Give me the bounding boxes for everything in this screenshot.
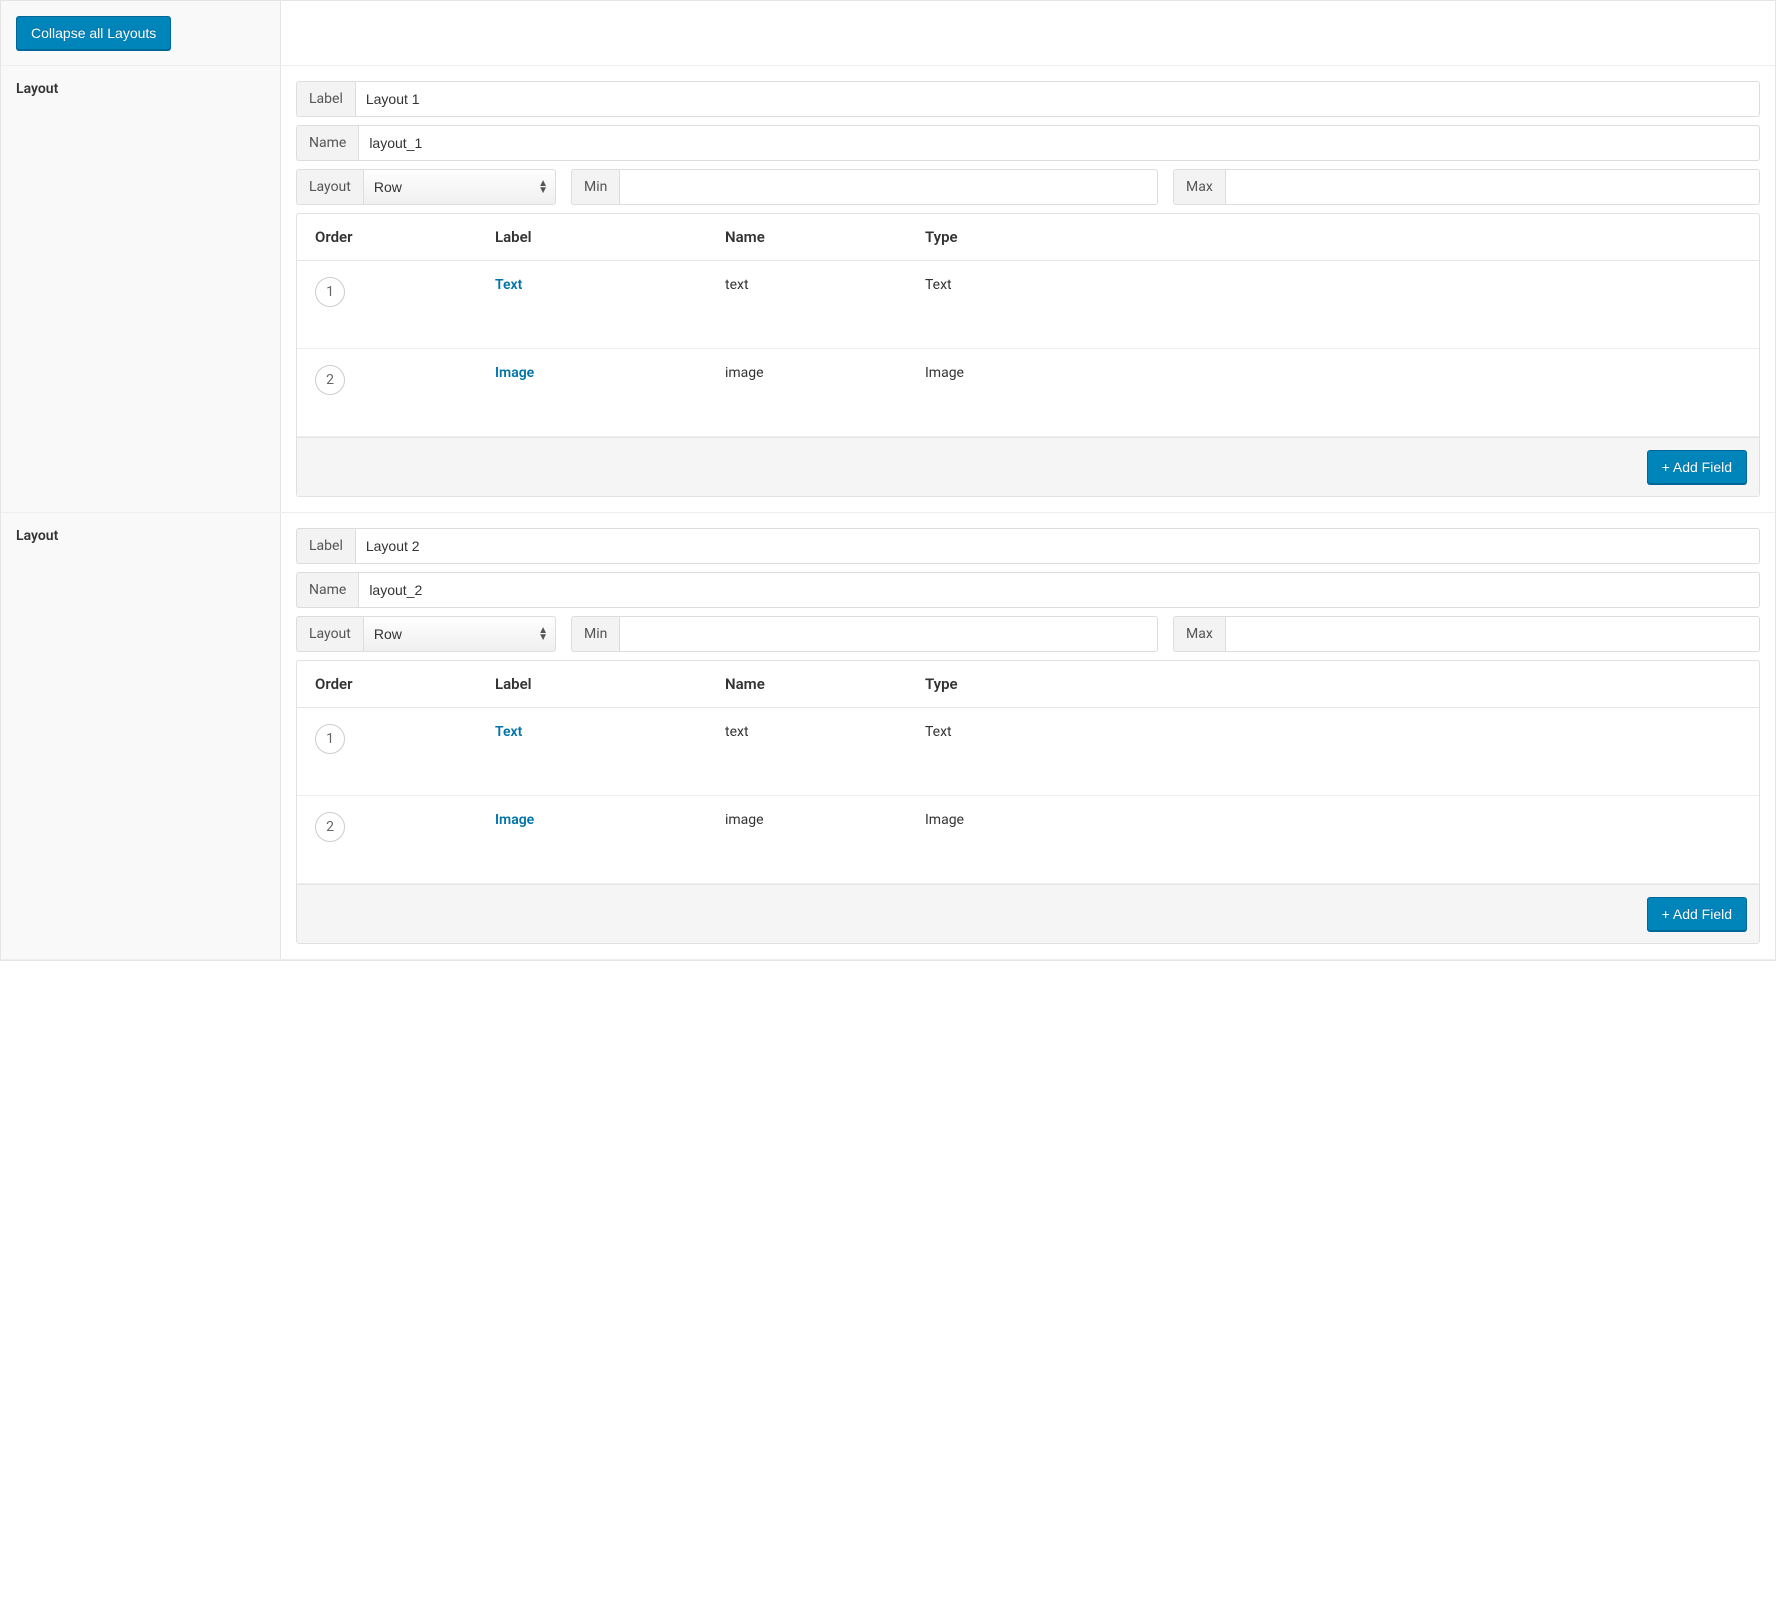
order-badge: 2 — [315, 365, 345, 395]
add-field-button[interactable]: + Add Field — [1647, 450, 1747, 484]
layout-name-input[interactable] — [358, 572, 1760, 608]
min-addon: Min — [571, 169, 619, 205]
min-addon: Min — [571, 616, 619, 652]
header-label: Label — [477, 661, 707, 707]
field-label-link[interactable]: Text — [495, 277, 522, 293]
header-name: Name — [707, 214, 907, 260]
layout-min-input[interactable] — [619, 616, 1158, 652]
field-name: text — [707, 708, 907, 795]
layout-max-input[interactable] — [1225, 616, 1760, 652]
collapse-all-button[interactable]: Collapse all Layouts — [16, 16, 171, 50]
max-addon: Max — [1173, 169, 1225, 205]
max-addon: Max — [1173, 616, 1225, 652]
field-type: Image — [907, 349, 1759, 436]
table-row[interactable]: 2 Image image Image — [297, 796, 1759, 884]
order-badge: 2 — [315, 812, 345, 842]
header-type: Type — [907, 214, 1759, 260]
header-label: Label — [477, 214, 707, 260]
name-addon: Name — [296, 572, 358, 608]
table-header-row: Order Label Name Type — [297, 661, 1759, 708]
add-field-button[interactable]: + Add Field — [1647, 897, 1747, 931]
field-name: text — [707, 261, 907, 348]
fields-table: Order Label Name Type 1 Text text Text 2… — [296, 660, 1760, 944]
layout-section-label: Layout — [16, 81, 265, 97]
layout-name-input[interactable] — [358, 125, 1760, 161]
field-name: image — [707, 349, 907, 436]
header-type: Type — [907, 661, 1759, 707]
layout-addon: Layout — [296, 616, 363, 652]
label-addon: Label — [296, 81, 355, 117]
toolbar-row: Collapse all Layouts — [1, 1, 1775, 66]
layout-addon: Layout — [296, 169, 363, 205]
label-addon: Label — [296, 528, 355, 564]
layout-max-input[interactable] — [1225, 169, 1760, 205]
field-label-link[interactable]: Image — [495, 365, 534, 381]
field-label-link[interactable]: Text — [495, 724, 522, 740]
layout-label-input[interactable] — [355, 81, 1760, 117]
layout-label-input[interactable] — [355, 528, 1760, 564]
table-row[interactable]: 2 Image image Image — [297, 349, 1759, 437]
order-badge: 1 — [315, 277, 345, 307]
table-row[interactable]: 1 Text text Text — [297, 261, 1759, 349]
field-type: Image — [907, 796, 1759, 883]
fields-table: Order Label Name Type 1 Text text Text 2… — [296, 213, 1760, 497]
layout-block: Layout Label Name Layout Row ▲▼ — [1, 66, 1775, 513]
table-row[interactable]: 1 Text text Text — [297, 708, 1759, 796]
layout-display-select[interactable]: Row — [363, 169, 556, 205]
table-header-row: Order Label Name Type — [297, 214, 1759, 261]
field-label-link[interactable]: Image — [495, 812, 534, 828]
name-addon: Name — [296, 125, 358, 161]
layout-min-input[interactable] — [619, 169, 1158, 205]
field-type: Text — [907, 708, 1759, 795]
layout-block: Layout Label Name Layout Row ▲▼ — [1, 513, 1775, 960]
layout-section-label: Layout — [16, 528, 265, 544]
field-type: Text — [907, 261, 1759, 348]
header-order: Order — [297, 214, 477, 260]
field-name: image — [707, 796, 907, 883]
header-order: Order — [297, 661, 477, 707]
layout-display-select[interactable]: Row — [363, 616, 556, 652]
order-badge: 1 — [315, 724, 345, 754]
header-name: Name — [707, 661, 907, 707]
